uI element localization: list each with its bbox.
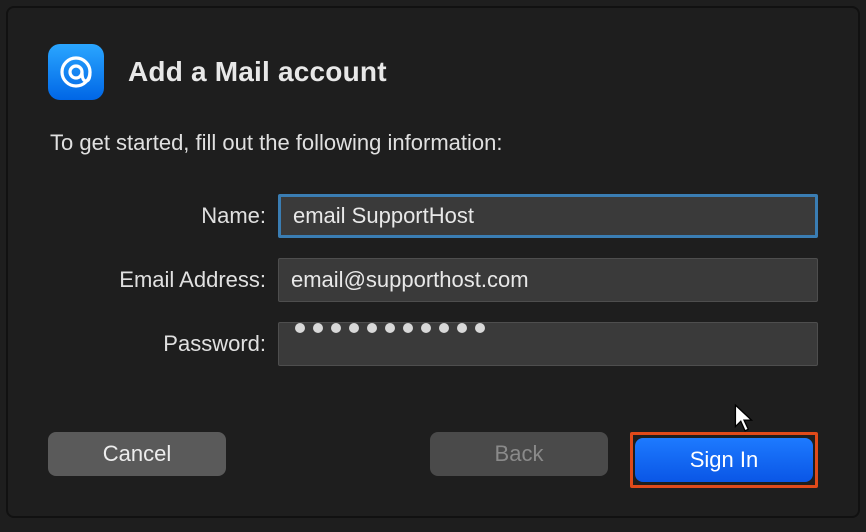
name-input[interactable] <box>278 194 818 238</box>
add-mail-account-dialog: Add a Mail account To get started, fill … <box>6 6 860 518</box>
back-button[interactable]: Back <box>430 432 608 476</box>
cursor-icon <box>733 403 755 433</box>
password-mask-dots <box>291 323 805 333</box>
button-bar: Cancel Back Sign In <box>48 432 818 488</box>
name-row: Name: <box>48 194 818 238</box>
password-input[interactable] <box>278 322 818 366</box>
email-row: Email Address: <box>48 258 818 302</box>
name-label: Name: <box>48 203 266 229</box>
email-input[interactable] <box>278 258 818 302</box>
password-label: Password: <box>48 331 266 357</box>
signin-button[interactable]: Sign In <box>635 438 813 482</box>
button-spacer <box>248 432 408 488</box>
dialog-title: Add a Mail account <box>128 56 387 88</box>
instruction-text: To get started, fill out the following i… <box>50 130 818 156</box>
signin-highlight: Sign In <box>630 432 818 488</box>
account-form: Name: Email Address: Password: <box>48 194 818 366</box>
mail-app-icon <box>48 44 104 100</box>
email-label: Email Address: <box>48 267 266 293</box>
cancel-button[interactable]: Cancel <box>48 432 226 476</box>
password-row: Password: <box>48 322 818 366</box>
dialog-header: Add a Mail account <box>48 44 818 100</box>
